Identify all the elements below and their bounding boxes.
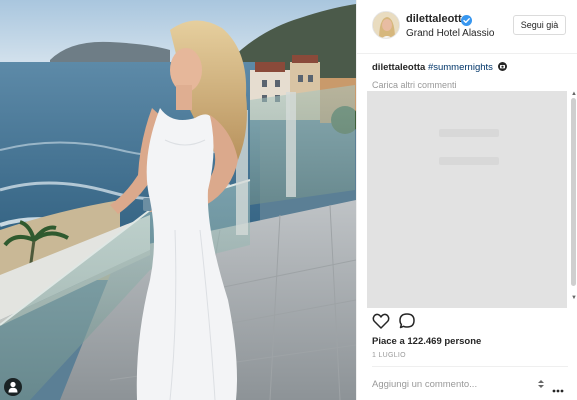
post-sidebar: dilettaleotta Grand Hotel Alassio Segui …: [356, 0, 577, 400]
heart-icon[interactable]: [372, 312, 390, 330]
scroll-up-arrow-icon[interactable]: ▲: [570, 90, 577, 98]
comments-placeholder: [367, 91, 567, 308]
photo-scene: [0, 0, 356, 400]
caption: dilettaleotta #summernights: [372, 62, 507, 74]
caption-hashtag[interactable]: #summernights: [428, 62, 493, 73]
username-link[interactable]: dilettaleotta: [406, 13, 468, 25]
follow-button[interactable]: Segui già: [513, 15, 566, 35]
comment-stepper-icon[interactable]: [536, 377, 546, 389]
post-photo[interactable]: [0, 0, 356, 400]
load-more-comments[interactable]: Carica altri commenti: [372, 80, 457, 90]
camera-icon: [497, 62, 507, 74]
instagram-post: dilettaleotta Grand Hotel Alassio Segui …: [0, 0, 577, 400]
location-link[interactable]: Grand Hotel Alassio: [406, 28, 494, 39]
comment-bubble-icon[interactable]: [398, 312, 416, 330]
divider: [372, 366, 568, 367]
caption-username[interactable]: dilettaleotta: [372, 62, 425, 73]
scrollbar-thumb[interactable]: [571, 98, 576, 286]
scroll-down-arrow-icon[interactable]: ▼: [570, 294, 577, 302]
likes-count[interactable]: Piace a 122.469 persone: [372, 336, 481, 347]
placeholder-line: [439, 129, 499, 137]
placeholder-line: [439, 157, 499, 165]
user-tag-icon[interactable]: [4, 378, 22, 396]
post-date: 1 LUGLIO: [372, 352, 406, 359]
more-options-icon[interactable]: [552, 380, 564, 393]
verified-badge-icon: [461, 13, 472, 26]
add-comment-input[interactable]: [372, 376, 522, 392]
post-header: dilettaleotta Grand Hotel Alassio Segui …: [357, 0, 577, 54]
avatar[interactable]: [372, 11, 400, 39]
